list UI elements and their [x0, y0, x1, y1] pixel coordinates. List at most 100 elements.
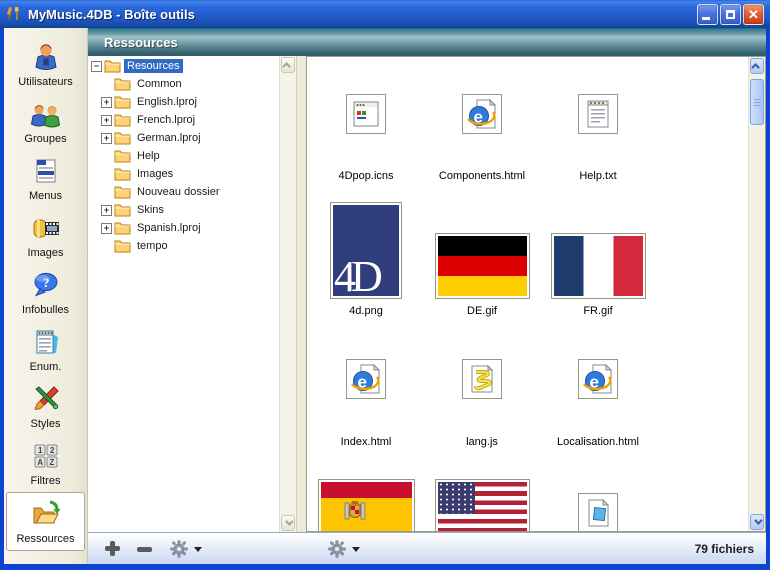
- scroll-down-button[interactable]: [281, 515, 295, 531]
- tooltip-balloon-icon: ?: [30, 269, 62, 301]
- sidebar-item-utilisateurs[interactable]: Utilisateurs: [4, 36, 87, 93]
- html-file-icon: e: [462, 94, 502, 134]
- window-title: MyMusic.4DB - Boîte outils: [28, 7, 697, 22]
- file-item[interactable]: [540, 479, 656, 532]
- gear-dropdown-caret[interactable]: [194, 547, 202, 552]
- document-file-icon: [578, 493, 618, 532]
- sidebar-item-menus[interactable]: Menus: [4, 150, 87, 207]
- panel-divider: [297, 56, 306, 532]
- tree-item-help[interactable]: Help: [88, 147, 279, 165]
- file-name: Components.html: [439, 170, 525, 182]
- file-item[interactable]: lang.js: [424, 359, 540, 448]
- sidebar-item-filtres[interactable]: 1 2 A Z Filtres: [4, 435, 87, 492]
- expand-icon[interactable]: +: [101, 205, 112, 216]
- file-item[interactable]: Help.txt: [540, 94, 656, 182]
- flag-spain-thumbnail: [318, 479, 415, 532]
- file-item[interactable]: e Index.html: [308, 359, 424, 448]
- titlebar[interactable]: MyMusic.4DB - Boîte outils ✕: [0, 0, 770, 28]
- svg-text:1: 1: [38, 446, 43, 455]
- sidebar-item-label: Utilisateurs: [18, 76, 72, 88]
- tree-item-tempo[interactable]: tempo: [88, 237, 279, 255]
- tree-scrollbar[interactable]: [279, 56, 296, 532]
- user-icon: [30, 41, 62, 73]
- folder-icon: [114, 95, 131, 109]
- svg-text:2: 2: [50, 446, 55, 455]
- file-name: 4Dpop.icns: [338, 170, 393, 182]
- grid-scrollbar[interactable]: [748, 57, 765, 531]
- flag-germany-thumbnail: [435, 233, 530, 299]
- menu-icon: [30, 155, 62, 187]
- file-item[interactable]: e Localisation.html: [540, 359, 656, 448]
- gear-dropdown-caret[interactable]: [352, 547, 360, 552]
- folder-icon: [114, 239, 131, 253]
- tree-item-resources[interactable]: − Resources: [88, 57, 279, 75]
- sidebar-item-label: Menus: [29, 190, 62, 202]
- paintbrush-icon: [30, 383, 62, 415]
- spain-coat-of-arms: [344, 497, 366, 527]
- file-item[interactable]: DE.gif: [424, 197, 540, 317]
- tree-item-nouveau-dossier[interactable]: Nouveau dossier: [88, 183, 279, 201]
- file-item[interactable]: [424, 479, 540, 532]
- file-item[interactable]: 4Dpop.icns: [308, 94, 424, 182]
- sidebar-item-label: Groupes: [24, 133, 66, 145]
- folder-tree: − Resources Common + English.lpr: [88, 57, 279, 532]
- sidebar-item-label: Infobulles: [22, 304, 69, 316]
- close-icon: ✕: [748, 8, 759, 21]
- section-header: Ressources: [88, 28, 766, 56]
- scroll-up-button[interactable]: [750, 58, 764, 74]
- gear-icon[interactable]: [328, 540, 346, 558]
- us-flag-canton: [438, 482, 475, 514]
- txt-file-icon: [578, 94, 618, 134]
- file-name: 4d.png: [349, 305, 383, 317]
- minimize-icon: [702, 17, 710, 20]
- sidebar-item-images[interactable]: Images: [4, 207, 87, 264]
- sidebar-item-ressources[interactable]: Ressources: [6, 492, 85, 551]
- file-item[interactable]: e Components.html: [424, 94, 540, 182]
- expand-icon[interactable]: +: [101, 115, 112, 126]
- sidebar-item-infobulles[interactable]: ? Infobulles: [4, 264, 87, 321]
- tree-item-english-lproj[interactable]: + English.lproj: [88, 93, 279, 111]
- minimize-button[interactable]: [697, 4, 718, 25]
- expand-icon[interactable]: +: [101, 223, 112, 234]
- tree-item-german-lproj[interactable]: + German.lproj: [88, 129, 279, 147]
- scroll-up-button[interactable]: [281, 57, 295, 73]
- file-name: Index.html: [341, 436, 392, 448]
- tree-item-spanish-lproj[interactable]: + Spanish.lproj: [88, 219, 279, 237]
- folder-icon: [114, 77, 131, 91]
- file-grid-panel: 4Dpop.icns e Components.h: [306, 56, 766, 532]
- sidebar-item-label: Ressources: [16, 533, 74, 545]
- scroll-down-button[interactable]: [750, 514, 764, 530]
- tree-item-skins[interactable]: + Skins: [88, 201, 279, 219]
- remove-button[interactable]: [137, 547, 152, 552]
- chevron-up-icon: [282, 62, 290, 70]
- add-button[interactable]: [105, 541, 120, 556]
- file-item[interactable]: FR.gif: [540, 197, 656, 317]
- chevron-down-icon: [285, 517, 293, 525]
- tree-item-common[interactable]: Common: [88, 75, 279, 93]
- image-thumbnail-4d: 4D: [330, 202, 402, 299]
- file-name: DE.gif: [467, 305, 497, 317]
- file-item[interactable]: 4D 4d.png: [308, 197, 424, 317]
- sidebar-item-groupes[interactable]: Groupes: [4, 93, 87, 150]
- js-file-icon: [462, 359, 502, 399]
- scrollbar-thumb[interactable]: [750, 79, 764, 125]
- gear-icon[interactable]: [170, 540, 188, 558]
- close-button[interactable]: ✕: [743, 4, 764, 25]
- sidebar-item-enum[interactable]: Enum.: [4, 321, 87, 378]
- expand-icon[interactable]: +: [101, 133, 112, 144]
- maximize-button[interactable]: [720, 4, 741, 25]
- folder-arrow-icon: [30, 498, 62, 530]
- tree-item-french-lproj[interactable]: + French.lproj: [88, 111, 279, 129]
- app-window: MyMusic.4DB - Boîte outils ✕ Utilisateur…: [0, 0, 770, 570]
- svg-text:?: ?: [43, 275, 50, 290]
- sidebar-item-styles[interactable]: Styles: [4, 378, 87, 435]
- folder-icon: [114, 167, 131, 181]
- folder-icon: [114, 113, 131, 127]
- file-item[interactable]: [308, 479, 424, 532]
- tree-item-images[interactable]: Images: [88, 165, 279, 183]
- toolbox-app-icon: [6, 6, 22, 22]
- collapse-icon[interactable]: −: [91, 61, 102, 72]
- folder-icon: [114, 221, 131, 235]
- expand-icon[interactable]: +: [101, 97, 112, 108]
- icns-file-icon: [346, 94, 386, 134]
